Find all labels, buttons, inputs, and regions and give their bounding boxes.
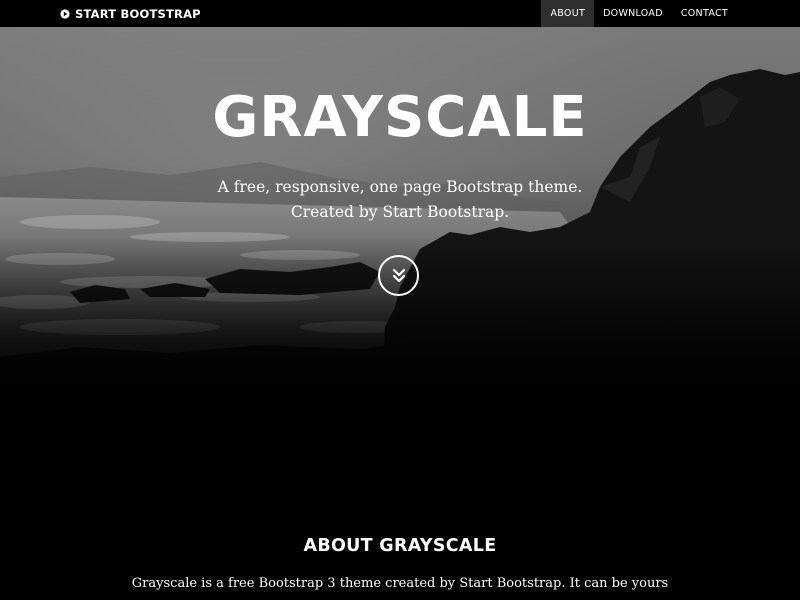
- hero-title: GRAYSCALE: [212, 85, 588, 150]
- nav-link-download[interactable]: DOWNLOAD: [594, 0, 672, 27]
- brand-link[interactable]: START BOOTSTRAP: [60, 0, 201, 27]
- play-circle-icon: [60, 8, 70, 19]
- hero-subtitle-line-1: A free, responsive, one page Bootstrap t…: [217, 178, 583, 196]
- about-section-text: Grayscale is a free Bootstrap 3 theme cr…: [131, 576, 669, 591]
- about-section-title: ABOUT GRAYSCALE: [303, 536, 497, 556]
- nav-link-about[interactable]: ABOUT: [541, 0, 595, 27]
- double-chevron-down-icon: [392, 268, 405, 282]
- nav-links: ABOUT DOWNLOAD CONTACT: [541, 0, 737, 27]
- hero-section: GRAYSCALE A free, responsive, one page B…: [0, 27, 800, 407]
- brand-label: START BOOTSTRAP: [75, 6, 201, 21]
- nav-link-label: ABOUT: [550, 8, 586, 19]
- navbar: START BOOTSTRAP ABOUT DOWNLOAD CONTACT: [0, 0, 800, 27]
- scroll-down-button[interactable]: [378, 255, 419, 296]
- hero-subtitle-line-2: Created by Start Bootstrap.: [290, 203, 510, 221]
- nav-link-label: CONTACT: [680, 8, 728, 19]
- nav-link-contact[interactable]: CONTACT: [672, 0, 737, 27]
- nav-link-label: DOWNLOAD: [603, 8, 663, 19]
